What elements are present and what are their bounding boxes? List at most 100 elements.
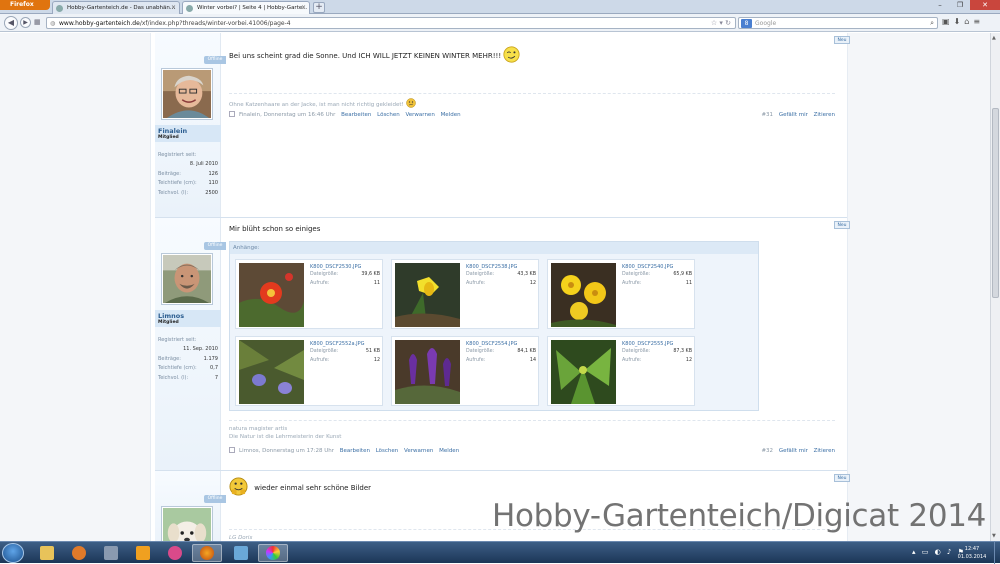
attachment-thumb[interactable]: K800_DSCF2540.JPG Dateigröße: 65,9 KB Auf…	[547, 259, 695, 329]
new-tab-button[interactable]: +	[313, 2, 325, 13]
firefox-menu-button[interactable]: Firefox	[0, 0, 50, 10]
close-tab-icon[interactable]: ×	[301, 2, 306, 14]
tab-label: Hobby-Gartenteich.de - Das unabhän...	[67, 5, 176, 11]
search-icon[interactable]: ⌕	[930, 18, 934, 29]
forward-arrow-icon[interactable]: ▶	[20, 17, 31, 28]
flower-photo-daffodil	[395, 263, 460, 327]
post-number[interactable]: #31	[761, 112, 773, 118]
registered-value: 8. Juli 2010	[189, 161, 218, 167]
attachment-filename[interactable]: K800_DSCF2554.JPG	[466, 341, 517, 347]
tab-hobby-gartenteich[interactable]: Hobby-Gartenteich.de - Das unabhän... ×	[52, 1, 180, 14]
quote-link[interactable]: Zitieren	[814, 112, 835, 118]
user-sidebar: Offline Finalein Mitglied Registriert se…	[155, 33, 226, 217]
minimize-icon[interactable]: –	[930, 0, 950, 10]
attachment-filename[interactable]: K800_DSCF2530.JPG	[310, 264, 361, 270]
attachment-filename[interactable]: K800_DSCF2540.JPG	[622, 264, 673, 270]
stat-label: Teichtiefe (cm):	[158, 180, 197, 186]
warn-link[interactable]: Verwarnen	[405, 112, 434, 118]
size-label: Dateigröße:	[310, 349, 339, 354]
network-icon[interactable]	[226, 544, 256, 562]
download-icon[interactable]: ⬇	[954, 17, 961, 26]
edit-link[interactable]: Bearbeiten	[340, 448, 370, 454]
close-window-icon[interactable]: ✕	[970, 0, 1000, 10]
search-input[interactable]: 8 Google ⌕	[738, 17, 938, 29]
attachment-filename[interactable]: K800_DSCF2552a.JPG	[310, 341, 364, 347]
media-player-icon[interactable]	[64, 544, 94, 562]
attachment-filename[interactable]: K800_DSCF2538.JPG	[466, 264, 517, 270]
post-31: Offline Finalein Mitglied Registriert se…	[155, 33, 850, 217]
post-controls: #31 Gefällt mir Zitieren	[757, 111, 835, 119]
stat-value: 2500	[205, 189, 218, 196]
post-author-date[interactable]: Limnos, Donnerstag um 17:28 Uhr	[239, 448, 334, 454]
like-link[interactable]: Gefällt mir	[779, 112, 808, 118]
avatar-photo-puppy	[163, 508, 211, 541]
flower-photo-red	[239, 263, 304, 327]
scrollbar-thumb[interactable]	[992, 108, 999, 298]
size-value: 65,9 KB	[673, 272, 692, 277]
size-value: 43,3 KB	[517, 272, 536, 277]
avatar[interactable]	[161, 253, 213, 305]
edit-link[interactable]: Bearbeiten	[341, 112, 371, 118]
attachment-thumb[interactable]: K800_DSCF2530.JPG Dateigröße: 39,6 KB Auf…	[235, 259, 383, 329]
search-engine-icon[interactable]: 8	[741, 19, 752, 28]
scroll-up-icon[interactable]: ▲	[992, 35, 996, 41]
stat-value: 0,7	[210, 365, 218, 371]
attachment-thumb[interactable]: K800_DSCF2552a.JPG Dateigröße: 51 KB Aufr…	[235, 336, 383, 406]
picasa-icon[interactable]	[258, 544, 288, 562]
new-badge: Neu	[834, 36, 850, 44]
avatar[interactable]	[161, 506, 213, 541]
tab-winter-vorbei[interactable]: Winter vorbei? | Seite 4 | Hobby-Garte..…	[182, 1, 310, 14]
delete-link[interactable]: Löschen	[376, 448, 399, 454]
avatar[interactable]	[161, 68, 213, 120]
maximize-icon[interactable]: ❐	[950, 0, 970, 10]
select-checkbox[interactable]	[229, 447, 235, 453]
home-icon[interactable]: ▦	[34, 18, 41, 26]
offline-badge: Offline	[204, 495, 226, 503]
select-checkbox[interactable]	[229, 111, 235, 117]
user-role: Mitglied	[158, 135, 179, 140]
post-author-date[interactable]: Finalein, Donnerstag um 16:46 Uhr	[239, 112, 335, 118]
firefox-taskbar-icon[interactable]	[192, 544, 222, 562]
like-link[interactable]: Gefällt mir	[779, 448, 808, 454]
menu-icon[interactable]: ≡	[973, 17, 980, 26]
views-value: 11	[685, 281, 692, 286]
stat-label: Beiträge:	[158, 355, 181, 362]
addon-icon[interactable]: ▣	[942, 17, 950, 26]
scroll-down-icon[interactable]: ▼	[992, 533, 996, 539]
warn-link[interactable]: Verwarnen	[404, 448, 433, 454]
post-message: wieder einmal sehr schöne Bilder	[229, 477, 371, 496]
offline-badge: Offline	[204, 242, 226, 250]
back-arrow-icon[interactable]: ◀	[4, 16, 18, 30]
signature: natura magister artis Die Natur ist die …	[229, 420, 835, 441]
delete-link[interactable]: Löschen	[377, 112, 400, 118]
username-link[interactable]: Limnos	[158, 312, 218, 320]
username-link[interactable]: Finalein	[158, 127, 218, 135]
attachment-filename[interactable]: K800_DSCF2555.JPG	[622, 341, 673, 347]
signature: Ohne Katzenhaare an der Jacke, ist man n…	[229, 93, 835, 109]
views-value: 14	[529, 358, 536, 363]
clock[interactable]: 12:47 01.03.2014	[950, 545, 994, 561]
url-bar[interactable]: ◍ www.hobby-gartenteich.de/xf/index.php?…	[46, 17, 736, 29]
outlook-icon[interactable]	[128, 544, 158, 562]
attachment-thumb[interactable]: K800_DSCF2555.JPG Dateigröße: 87,3 KB Auf…	[547, 336, 695, 406]
report-link[interactable]: Melden	[439, 448, 459, 454]
close-tab-icon[interactable]: ×	[171, 2, 176, 14]
vertical-scrollbar[interactable]: ▲ ▼	[990, 33, 1000, 541]
windows-taskbar: ▴ ▭ ◐ ♪ ⚑ 12:47 01.03.2014	[0, 541, 1000, 564]
quote-link[interactable]: Zitieren	[814, 448, 835, 454]
message-text: Mir blüht schon so einiges	[229, 225, 321, 233]
views-value: 12	[373, 358, 380, 363]
explorer-icon[interactable]	[32, 544, 62, 562]
post-number[interactable]: #32	[761, 448, 773, 454]
home-button-icon[interactable]: ⌂	[964, 17, 969, 26]
report-link[interactable]: Melden	[441, 112, 461, 118]
stat-label: Teichtiefe (cm):	[158, 365, 197, 371]
attachment-thumb[interactable]: K800_DSCF2538.JPG Dateigröße: 43,3 KB Auf…	[391, 259, 539, 329]
size-value: 87,3 KB	[673, 349, 692, 354]
paint-icon[interactable]	[160, 544, 190, 562]
bookmark-star-icon[interactable]: ☆ ▾ ↻	[711, 18, 731, 28]
tools-icon[interactable]	[96, 544, 126, 562]
show-desktop-button[interactable]	[994, 542, 1000, 564]
attachment-thumb[interactable]: K800_DSCF2554.JPG Dateigröße: 84,1 KB Auf…	[391, 336, 539, 406]
start-button[interactable]	[2, 543, 24, 563]
